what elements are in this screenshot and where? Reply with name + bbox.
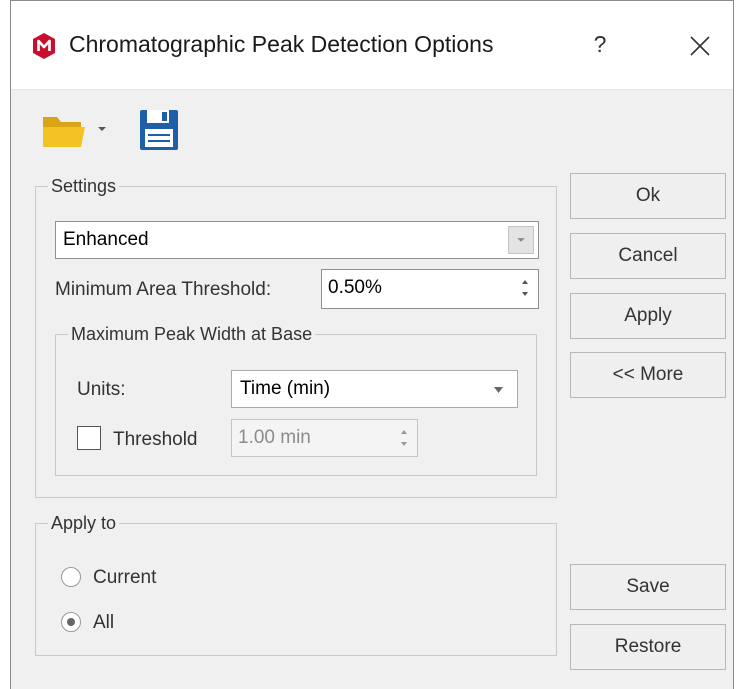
- more-button[interactable]: << More: [570, 352, 726, 398]
- detection-mode-value: Enhanced: [63, 229, 149, 250]
- min-area-threshold-input[interactable]: 0.50%: [321, 269, 539, 309]
- spin-arrows-icon[interactable]: [399, 426, 409, 450]
- threshold-value: 1.00 min: [238, 427, 311, 448]
- ok-button[interactable]: Ok: [570, 173, 726, 219]
- chevron-down-icon[interactable]: [97, 125, 107, 133]
- mode-dropdown-button[interactable]: [508, 226, 534, 254]
- radio-current[interactable]: [61, 567, 81, 587]
- chevron-down-icon: [517, 238, 525, 242]
- close-icon[interactable]: [683, 29, 717, 63]
- peak-detection-dialog: Chromatographic Peak Detection Options ?…: [10, 0, 734, 689]
- max-peak-width-legend: Maximum Peak Width at Base: [71, 324, 313, 344]
- settings-legend: Settings: [51, 176, 117, 196]
- threshold-checkbox[interactable]: [77, 426, 101, 450]
- help-button[interactable]: ?: [585, 27, 615, 61]
- units-select[interactable]: Time (min): [231, 370, 518, 408]
- threshold-input[interactable]: 1.00 min: [231, 419, 418, 457]
- spin-arrows-icon[interactable]: [520, 276, 530, 300]
- app-logo-icon: [33, 33, 55, 59]
- title-bar: Chromatographic Peak Detection Options ?: [11, 1, 733, 90]
- apply-to-legend: Apply to: [51, 513, 117, 533]
- folder-icon[interactable]: [41, 111, 87, 151]
- dialog-title: Chromatographic Peak Detection Options: [69, 31, 494, 57]
- radio-all[interactable]: [61, 612, 81, 632]
- min-area-value: 0.50%: [328, 277, 382, 298]
- cancel-button[interactable]: Cancel: [570, 233, 726, 279]
- save-button[interactable]: Save: [570, 564, 726, 610]
- chevron-down-icon: [494, 387, 503, 393]
- detection-mode-select[interactable]: Enhanced: [55, 221, 539, 259]
- floppy-disk-icon[interactable]: [137, 107, 181, 153]
- radio-all-label: All: [93, 612, 115, 633]
- apply-button[interactable]: Apply: [570, 293, 726, 339]
- units-value: Time (min): [240, 378, 331, 399]
- radio-selected-dot: [67, 618, 75, 626]
- units-label: Units:: [77, 379, 126, 400]
- threshold-label: Threshold: [113, 429, 198, 450]
- radio-current-label: Current: [93, 567, 157, 588]
- restore-button[interactable]: Restore: [570, 624, 726, 670]
- min-area-label: Minimum Area Threshold:: [55, 279, 272, 300]
